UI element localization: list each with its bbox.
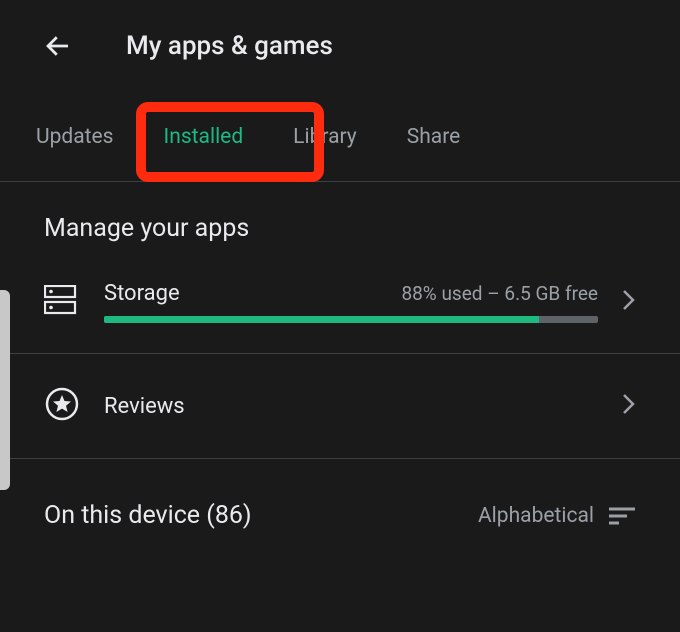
chevron-right-icon [622,289,636,315]
storage-progress-bar [104,316,598,323]
manage-section-title: Manage your apps [0,182,680,263]
storage-info: 88% used – 6.5 GB free [401,282,598,305]
device-section-title: On this device (86) [44,501,252,530]
back-arrow-icon [43,31,73,61]
tab-library[interactable]: Library [293,117,357,157]
tab-bar: Updates Installed Library Share [0,92,680,182]
sort-label: Alphabetical [478,504,594,528]
sort-button[interactable]: Alphabetical [478,504,636,528]
storage-row[interactable]: Storage 88% used – 6.5 GB free [0,263,680,354]
reviews-label: Reviews [104,394,598,419]
tab-updates[interactable]: Updates [36,117,114,157]
chevron-right-icon [622,393,636,419]
storage-icon [44,285,80,319]
reviews-row[interactable]: Reviews [0,354,680,459]
storage-label: Storage [104,281,180,306]
scroll-indicator [0,290,10,490]
tab-installed[interactable]: Installed [164,117,244,157]
storage-progress-fill [104,316,539,323]
sort-icon [608,506,636,526]
star-circle-icon [44,386,80,426]
tab-share[interactable]: Share [407,117,461,157]
back-button[interactable] [38,26,78,66]
page-title: My apps & games [126,31,333,61]
